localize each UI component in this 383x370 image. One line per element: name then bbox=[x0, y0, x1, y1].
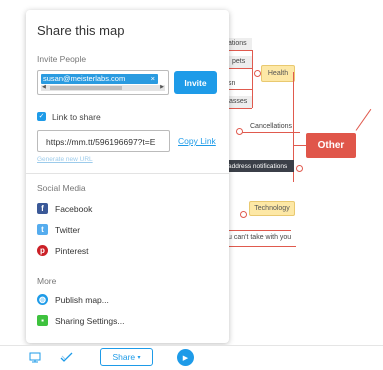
globe-icon: ◍ bbox=[37, 294, 48, 305]
branch-line bbox=[252, 50, 253, 108]
more-label: More bbox=[37, 276, 57, 286]
node-address-notifications[interactable]: address notifications bbox=[224, 160, 294, 172]
node-pets[interactable]: pets bbox=[232, 58, 245, 65]
scrollbar-thumb[interactable] bbox=[50, 86, 122, 90]
remove-email-icon[interactable]: × bbox=[151, 74, 155, 84]
share-pinterest[interactable]: p Pinterest bbox=[37, 245, 89, 256]
link-to-share-label[interactable]: Link to share bbox=[52, 112, 101, 122]
node-asses[interactable]: asses bbox=[229, 98, 247, 105]
social-media-label: Social Media bbox=[37, 183, 86, 193]
facebook-icon: f bbox=[37, 203, 48, 214]
share-button[interactable]: Share ▾ bbox=[100, 348, 153, 366]
branch-line bbox=[242, 132, 300, 133]
copy-link-button[interactable]: Copy Link bbox=[178, 136, 216, 146]
divider bbox=[26, 173, 229, 174]
chevron-down-icon: ▾ bbox=[137, 354, 141, 361]
scroll-right-icon[interactable]: ▶ bbox=[160, 84, 164, 90]
invite-email-field[interactable]: susan@meisterlabs.com × ◀ ▶ bbox=[37, 70, 169, 95]
share-pinterest-label: Pinterest bbox=[55, 245, 89, 256]
email-chip[interactable]: susan@meisterlabs.com × bbox=[41, 74, 158, 84]
branch-dot bbox=[296, 165, 303, 172]
publish-map-item[interactable]: ◍ Publish map... bbox=[37, 294, 109, 305]
branch-line bbox=[226, 68, 252, 69]
share-facebook-label: Facebook bbox=[55, 203, 93, 214]
share-url-field[interactable]: https://mm.tt/596196697?t=E bbox=[37, 130, 170, 152]
branch-line bbox=[226, 50, 252, 51]
invite-people-label: Invite People bbox=[37, 54, 87, 64]
branch-line bbox=[226, 89, 252, 90]
popup-title: Share this map bbox=[37, 23, 125, 38]
check-tasks-icon[interactable] bbox=[60, 352, 73, 366]
node-sn[interactable]: sn bbox=[228, 80, 235, 87]
scroll-left-icon[interactable]: ◀ bbox=[42, 84, 46, 90]
share-button-label: Share bbox=[112, 352, 136, 362]
node-cant-take[interactable]: u can't take with you bbox=[228, 234, 291, 241]
branch-line bbox=[226, 246, 296, 247]
play-icon: ▶ bbox=[182, 354, 189, 362]
topic-technology[interactable]: Technology bbox=[249, 201, 295, 216]
topic-other[interactable]: Other bbox=[306, 133, 356, 158]
topic-health[interactable]: Health bbox=[261, 65, 295, 82]
node-cancellations[interactable]: Cancellations bbox=[250, 123, 292, 130]
branch-dot bbox=[240, 211, 247, 218]
branch-line bbox=[355, 108, 372, 131]
share-popup: Share this map Invite People susan@meist… bbox=[26, 10, 229, 343]
play-presentation-button[interactable]: ▶ bbox=[177, 349, 194, 366]
publish-map-label: Publish map... bbox=[55, 294, 109, 305]
node-ations[interactable]: ations bbox=[228, 40, 247, 47]
pinterest-icon: p bbox=[37, 245, 48, 256]
branch-line bbox=[294, 145, 306, 146]
lock-icon: ▪ bbox=[37, 315, 48, 326]
email-chip-text: susan@meisterlabs.com bbox=[43, 74, 126, 83]
twitter-icon: t bbox=[37, 224, 48, 235]
check-tasks-icon-svg bbox=[60, 352, 73, 362]
email-scrollbar[interactable]: ◀ ▶ bbox=[41, 84, 165, 91]
check-icon: ✓ bbox=[38, 113, 45, 120]
link-to-share-checkbox[interactable]: ✓ bbox=[37, 112, 46, 121]
branch-dot bbox=[254, 70, 261, 77]
sharing-settings-item[interactable]: ▪ Sharing Settings... bbox=[37, 315, 124, 326]
invite-button[interactable]: Invite bbox=[174, 71, 217, 94]
branch-line bbox=[226, 230, 291, 231]
share-twitter[interactable]: t Twitter bbox=[37, 224, 80, 235]
present-icon[interactable] bbox=[29, 352, 41, 366]
share-twitter-label: Twitter bbox=[55, 224, 81, 235]
branch-line bbox=[226, 108, 252, 109]
share-facebook[interactable]: f Facebook bbox=[37, 203, 92, 214]
sharing-settings-label: Sharing Settings... bbox=[55, 315, 125, 326]
generate-new-url-link[interactable]: Generate new URL bbox=[37, 156, 93, 163]
present-icon-svg bbox=[29, 352, 41, 363]
